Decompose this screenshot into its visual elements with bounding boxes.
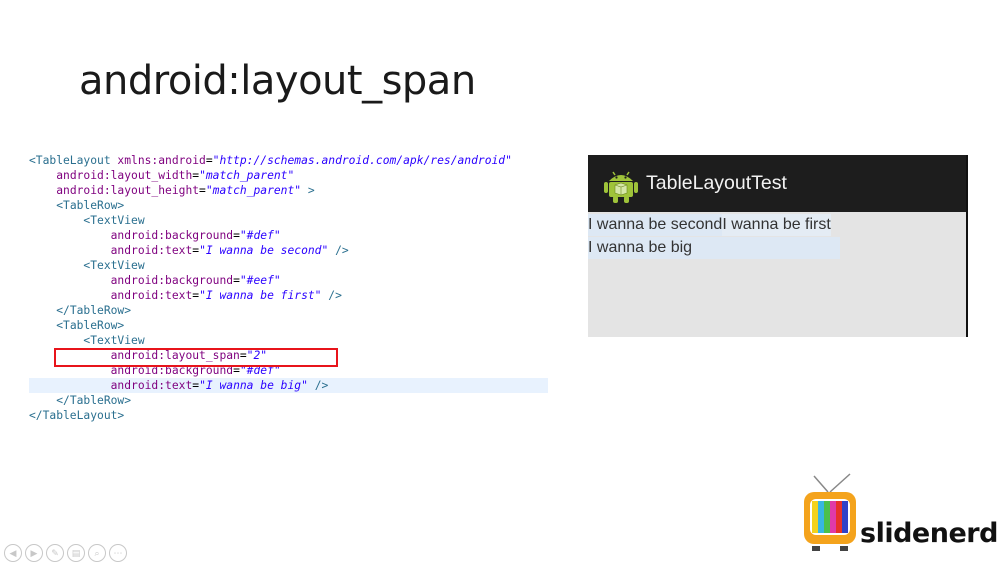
text-view-second: I wanna be second	[588, 214, 723, 236]
action-bar: TableLayoutTest	[588, 155, 966, 212]
code-line: <TextView	[29, 258, 548, 273]
code-line: <TextView	[29, 213, 548, 228]
zoom-icon[interactable]: ⌕	[88, 544, 106, 562]
code-token: <TextView	[83, 334, 145, 347]
slide-title: android:layout_span	[79, 58, 476, 104]
code-token: "I wanna be big"	[199, 379, 308, 392]
code-line: android:background="#def"	[29, 228, 548, 243]
code-line: android:text="I wanna be second" />	[29, 243, 548, 258]
next-icon[interactable]: ▶	[25, 544, 43, 562]
android-robot-icon	[604, 171, 638, 203]
code-line: </TableLayout>	[29, 408, 548, 423]
more-icon[interactable]: ⋯	[109, 544, 127, 562]
code-token: "match_parent"	[199, 169, 295, 182]
table-row: I wanna be big	[588, 237, 840, 259]
code-token: =	[199, 184, 206, 197]
code-token: <TableLayout	[29, 154, 118, 167]
code-token: <TableRow>	[56, 319, 125, 332]
code-line: </TableRow>	[29, 303, 548, 318]
table-row: I wanna be second I wanna be first	[588, 214, 831, 236]
code-line: </TableRow>	[29, 393, 548, 408]
code-line: <TableLayout xmlns:android="http://schem…	[29, 153, 548, 168]
code-listing: <TableLayout xmlns:android="http://schem…	[29, 153, 548, 423]
code-line: android:background="#eef"	[29, 273, 548, 288]
code-token: "I wanna be first"	[199, 289, 322, 302]
code-token: =	[205, 154, 213, 167]
tv-icon	[804, 473, 856, 551]
code-line: android:text="I wanna be first" />	[29, 288, 548, 303]
device-preview: TableLayoutTest I wanna be second I wann…	[588, 155, 968, 337]
slideshow-toolbar: ◀ ▶ ✎ ▤ ⌕ ⋯	[4, 544, 127, 562]
code-token: />	[321, 289, 342, 302]
code-token: <TextView	[83, 214, 145, 227]
code-token: android:layout_width	[56, 169, 193, 182]
code-token: />	[328, 244, 349, 257]
code-token: >	[301, 184, 315, 197]
code-token: android:text	[110, 244, 193, 257]
code-token: />	[307, 379, 329, 392]
code-token: "I wanna be second"	[199, 244, 329, 257]
prev-icon[interactable]: ◀	[4, 544, 22, 562]
code-line: android:layout_height="match_parent" >	[29, 183, 548, 198]
code-token: <TableRow>	[56, 199, 125, 212]
code-token: </TableRow>	[56, 304, 132, 317]
code-token: android:text	[110, 289, 193, 302]
code-line: android:text="I wanna be big" />	[29, 378, 548, 393]
code-token: android:background	[110, 229, 234, 242]
code-token: "match_parent"	[205, 184, 302, 197]
text-view-big: I wanna be big	[588, 239, 693, 256]
code-token: =	[233, 229, 240, 242]
code-token: <TextView	[83, 259, 145, 272]
code-token: xmlns:android	[117, 154, 206, 167]
code-token: "#def"	[239, 229, 281, 242]
code-token: android:background	[110, 274, 234, 287]
code-line: <TableRow>	[29, 318, 548, 333]
code-token: "#eef"	[239, 274, 281, 287]
code-line: <TextView	[29, 333, 548, 348]
app-title: TableLayoutTest	[646, 172, 787, 194]
text-view-first: I wanna be first	[722, 214, 831, 236]
code-token: </TableRow>	[56, 394, 132, 407]
code-token: android:layout_height	[56, 184, 200, 197]
slides-icon[interactable]: ▤	[67, 544, 85, 562]
code-token: </TableLayout>	[29, 409, 125, 422]
brand-wordmark: slidenerd	[860, 518, 998, 549]
pen-icon[interactable]: ✎	[46, 544, 64, 562]
code-token: android:text	[110, 379, 193, 392]
code-token: =	[233, 274, 240, 287]
code-line: android:layout_width="match_parent"	[29, 168, 548, 183]
code-line: <TableRow>	[29, 198, 548, 213]
code-token: "http://schemas.android.com/apk/res/andr…	[212, 154, 512, 167]
highlight-box	[54, 348, 338, 367]
